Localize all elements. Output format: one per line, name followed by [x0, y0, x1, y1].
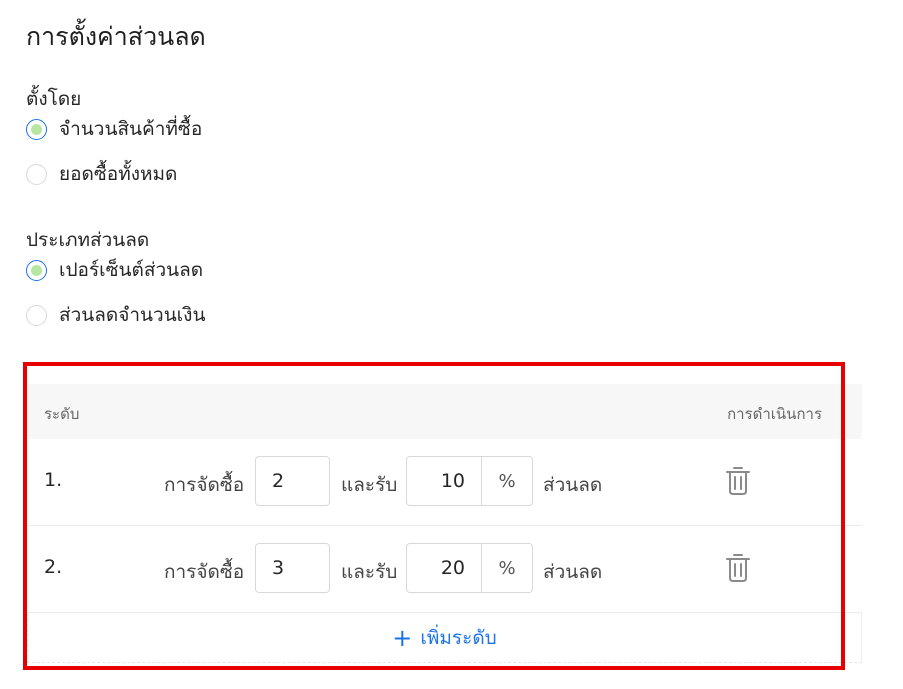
quantity-input[interactable] — [255, 543, 330, 593]
radio-label: ยอดซื้อทั้งหมด — [59, 163, 178, 185]
trash-icon[interactable] — [724, 551, 752, 583]
radio-set-by-total[interactable]: ยอดซื้อทั้งหมด — [26, 161, 177, 187]
radio-set-by-quantity[interactable]: จำนวนสินค้าที่ซื้อ — [26, 116, 202, 142]
radio-button[interactable] — [26, 304, 47, 326]
page-title: การตั้งค่าส่วนลด — [26, 22, 206, 51]
buy-label: การจัดซื้อ — [164, 561, 245, 583]
column-header-level: ระดับ — [44, 405, 80, 423]
table-header: ระดับ การดำเนินการ — [27, 384, 862, 439]
add-tier-row: + เพิ่มระดับ — [27, 613, 862, 663]
discount-type-label: ประเภทส่วนลด — [26, 229, 150, 251]
radio-button[interactable] — [26, 118, 47, 140]
trash-icon[interactable] — [724, 464, 752, 496]
tier-table: ระดับ การดำเนินการ 1. การจัดซื้อ และรับ … — [27, 384, 862, 663]
discount-field: % — [406, 456, 533, 506]
buy-label: การจัดซื้อ — [164, 474, 245, 496]
percent-addon: % — [498, 557, 516, 579]
tier-index: 1. — [44, 469, 63, 491]
percent-addon: % — [498, 470, 516, 492]
discount-input[interactable] — [407, 457, 482, 505]
discount-field: % — [406, 543, 533, 593]
radio-label: เปอร์เซ็นต์ส่วนลด — [59, 259, 204, 281]
radio-label: จำนวนสินค้าที่ซื้อ — [59, 118, 203, 140]
discount-suffix: ส่วนลด — [543, 561, 603, 583]
radio-button[interactable] — [26, 259, 47, 281]
table-row: 1. การจัดซื้อ และรับ % ส่วนลด — [27, 439, 862, 526]
discount-suffix: ส่วนลด — [543, 474, 603, 496]
get-label: และรับ — [341, 474, 398, 496]
radio-discount-percent[interactable]: เปอร์เซ็นต์ส่วนลด — [26, 257, 203, 283]
get-label: และรับ — [341, 561, 398, 583]
tier-index: 2. — [44, 556, 63, 578]
set-by-label: ตั้งโดย — [26, 88, 82, 110]
column-header-action: การดำเนินการ — [727, 405, 822, 423]
table-row: 2. การจัดซื้อ และรับ % ส่วนลด — [27, 526, 862, 613]
radio-button[interactable] — [26, 163, 47, 185]
add-tier-label: เพิ่มระดับ — [420, 626, 497, 649]
discount-input[interactable] — [407, 544, 482, 592]
add-tier-button[interactable]: + เพิ่มระดับ — [392, 623, 496, 653]
plus-icon: + — [392, 623, 413, 652]
radio-label: ส่วนลดจำนวนเงิน — [59, 304, 206, 326]
radio-discount-amount[interactable]: ส่วนลดจำนวนเงิน — [26, 302, 205, 328]
quantity-input[interactable] — [255, 456, 330, 506]
